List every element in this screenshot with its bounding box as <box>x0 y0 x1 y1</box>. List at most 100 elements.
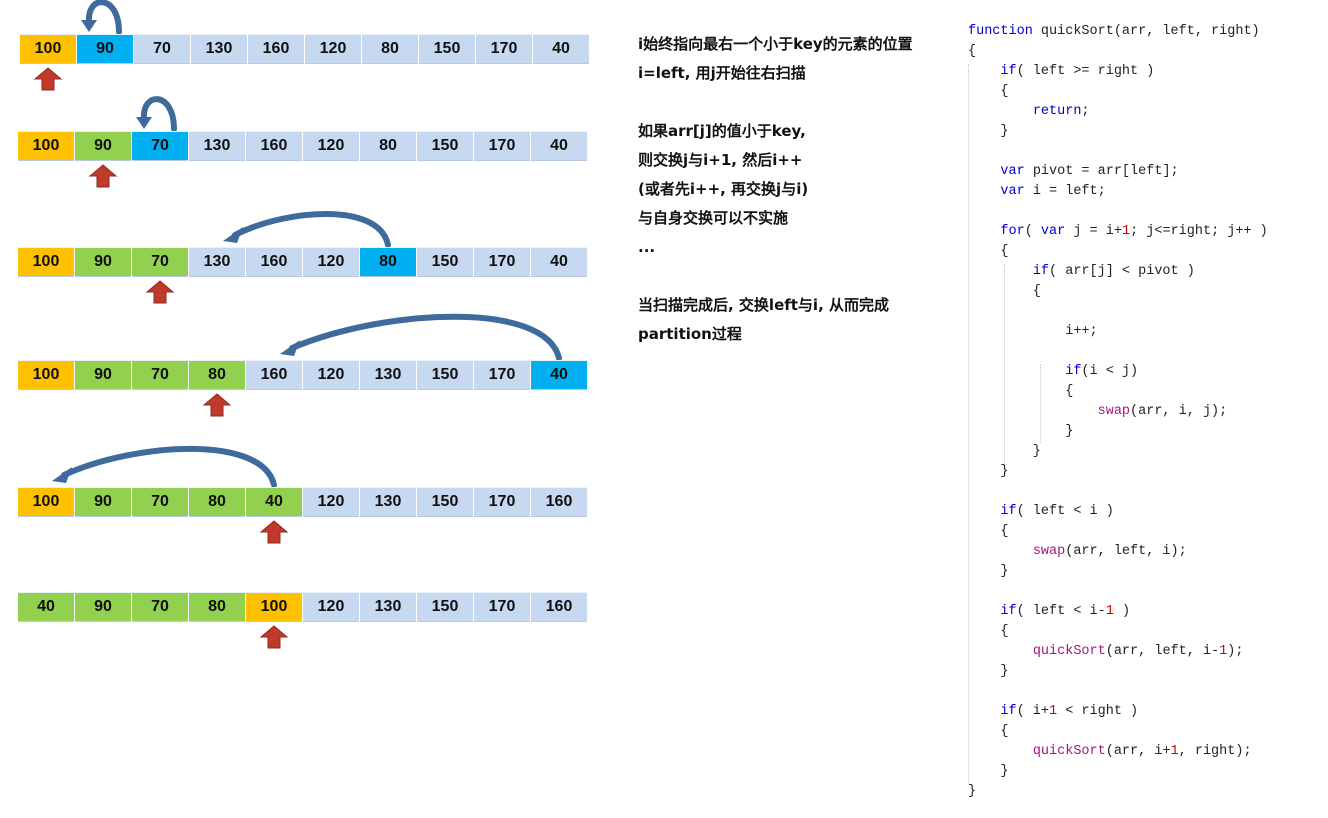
array-cell: 90 <box>75 247 131 277</box>
code-line: { <box>968 244 1009 259</box>
array-cell: 130 <box>189 247 245 277</box>
array-cell: 40 <box>531 131 587 161</box>
array-cell: 120 <box>303 247 359 277</box>
code-line: if( left >= right ) <box>1000 64 1155 79</box>
array-cell: 40 <box>246 487 302 517</box>
swap-curved-arrow-icon <box>52 445 277 488</box>
code-line: swap(arr, i, j); <box>1097 404 1228 419</box>
swap-curved-arrow-icon <box>223 210 391 248</box>
code-line: { <box>968 624 1009 639</box>
array-cell: 90 <box>75 487 131 517</box>
pointer-up-arrow-icon <box>88 164 118 188</box>
code-line: } <box>968 444 1041 459</box>
array-cell: 130 <box>360 487 416 517</box>
array-cell: 120 <box>303 487 359 517</box>
array-cell: 160 <box>248 34 304 64</box>
code-line: { <box>968 724 1009 739</box>
array-cell: 150 <box>417 487 473 517</box>
explanation-line: partition过程 <box>638 325 742 343</box>
array-cell: 130 <box>191 34 247 64</box>
code-line: quickSort(arr, left, i-1); <box>1032 644 1244 659</box>
array-cell: 90 <box>77 34 133 64</box>
code-line: swap(arr, left, i); <box>1032 544 1187 559</box>
code-line: if( i+1 < right ) <box>1000 704 1139 719</box>
code-line: var i = left; <box>1000 184 1106 199</box>
array-row-2: 100 90 70 130 160 120 80 150 170 40 <box>18 131 588 161</box>
explanation-line: 当扫描完成后, 交换left与i, 从而完成 <box>638 296 889 314</box>
array-cell: 160 <box>246 247 302 277</box>
code-line: if( arr[j] < pivot ) <box>1032 264 1195 279</box>
indent-guide <box>968 64 969 784</box>
quicksort-code-block: function quickSort(arr, left, right) { if… <box>968 22 1318 802</box>
indent-guide <box>1040 364 1041 444</box>
array-cell: 70 <box>134 34 190 64</box>
code-line: { <box>968 384 1074 399</box>
array-cell: 80 <box>189 487 245 517</box>
array-cell: 150 <box>417 360 473 390</box>
array-cell: 160 <box>531 592 587 622</box>
code-line: { <box>968 284 1041 299</box>
code-line: } <box>968 124 1009 139</box>
code-line: { <box>968 524 1009 539</box>
array-cell: 100 <box>18 487 74 517</box>
code-line: } <box>968 784 977 799</box>
array-cell: 170 <box>474 247 530 277</box>
array-cell: 70 <box>132 592 188 622</box>
array-cell: 150 <box>417 592 473 622</box>
array-cell: 170 <box>476 34 532 64</box>
array-cell: 120 <box>303 360 359 390</box>
array-cell: 170 <box>474 131 530 161</box>
array-cell: 90 <box>75 360 131 390</box>
array-cell: 120 <box>303 131 359 161</box>
swap-curved-arrow-icon <box>136 96 177 132</box>
array-cell: 160 <box>531 487 587 517</box>
pointer-up-arrow-icon <box>259 520 289 544</box>
array-cell: 80 <box>189 360 245 390</box>
code-line: { <box>968 84 1009 99</box>
code-line: } <box>968 764 1009 779</box>
array-cell: 40 <box>533 34 589 64</box>
explanation-line: (或者先i++, 再交换j与i) <box>638 180 809 198</box>
pointer-up-arrow-icon <box>33 67 63 91</box>
code-line: if( left < i-1 ) <box>1000 604 1131 619</box>
array-row-6: 40 90 70 80 100 120 130 150 170 160 <box>18 592 588 622</box>
array-cell: 100 <box>18 247 74 277</box>
array-cell: 90 <box>75 131 131 161</box>
array-cell: 70 <box>132 487 188 517</box>
array-cell: 90 <box>75 592 131 622</box>
explanation-line: i始终指向最右一个小于key的元素的位置 <box>638 35 913 53</box>
code-line: var pivot = arr[left]; <box>1000 164 1179 179</box>
swap-curved-arrow-icon <box>280 313 562 361</box>
array-cell: 150 <box>419 34 475 64</box>
explanation-text: i始终指向最右一个小于key的元素的位置 i=left, 用j开始往右扫描 如果… <box>638 30 938 349</box>
array-row-1: 100 90 70 130 160 120 80 150 170 40 <box>20 34 590 64</box>
swap-curved-arrow-icon <box>81 0 122 35</box>
array-cell: 170 <box>474 487 530 517</box>
pointer-up-arrow-icon <box>145 280 175 304</box>
code-line: i++; <box>968 324 1098 339</box>
array-cell: 70 <box>132 360 188 390</box>
array-cell: 170 <box>474 360 530 390</box>
array-cell: 40 <box>531 360 587 390</box>
explanation-line <box>638 262 938 291</box>
indent-guide <box>1004 264 1005 464</box>
array-cell: 130 <box>360 360 416 390</box>
array-cell: 80 <box>362 34 418 64</box>
code-line: } <box>968 464 1009 479</box>
pointer-up-arrow-icon <box>259 625 289 649</box>
array-cell: 150 <box>417 247 473 277</box>
code-line: function quickSort(arr, left, right) <box>968 24 1260 39</box>
array-cell: 160 <box>246 360 302 390</box>
array-row-4: 100 90 70 80 160 120 130 150 170 40 <box>18 360 588 390</box>
array-cell: 160 <box>246 131 302 161</box>
pointer-up-arrow-icon <box>202 393 232 417</box>
array-cell: 130 <box>189 131 245 161</box>
code-line: } <box>968 424 1074 439</box>
explanation-line: i=left, 用j开始往右扫描 <box>638 64 806 82</box>
